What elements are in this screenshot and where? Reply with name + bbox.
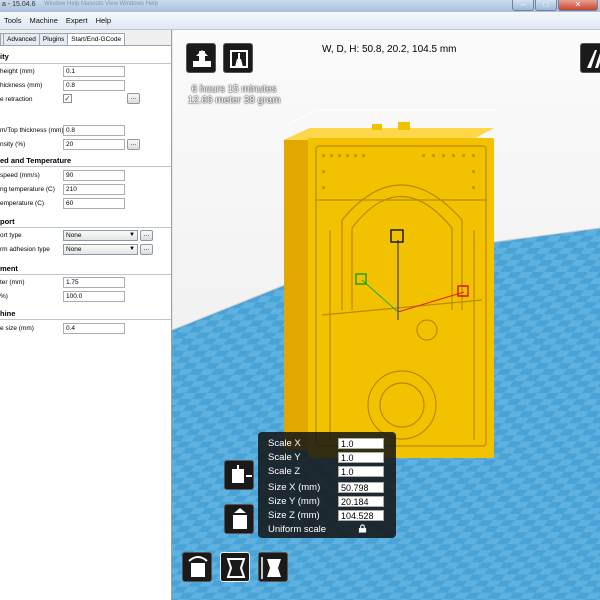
print-speed-label: speed (mm/s) [0, 172, 40, 179]
scale-y-input[interactable]: 1.0 [338, 452, 384, 463]
adhesion-type-label: rm adhesion type [0, 246, 50, 253]
window-title: a - 15.04.6 [2, 1, 36, 8]
print-time: 6 hours 15 minutes [191, 84, 277, 95]
flow-label: %) [0, 293, 8, 300]
fill-settings-button[interactable]: ... [127, 139, 140, 150]
view-mode-button[interactable] [580, 43, 600, 73]
reset-scale-button[interactable] [224, 460, 254, 490]
mirror-icon [261, 557, 281, 579]
layer-height-input[interactable]: 0.1 [63, 66, 125, 77]
layer-height-label: height (mm) [0, 68, 35, 75]
section-speed-temperature: ed and Temperature [0, 156, 72, 165]
fill-density-label: nsity (%) [0, 141, 26, 148]
rotate-button[interactable] [182, 552, 212, 582]
retraction-settings-button[interactable]: ... [127, 93, 140, 104]
size-z-label: Size Z (mm) [268, 510, 320, 521]
support-type-label: ort type [0, 232, 22, 239]
divider [0, 227, 171, 228]
menu-bar: Tools Machine Expert Help [0, 12, 600, 30]
nozzle-size-label: e size (mm) [0, 325, 34, 332]
ghost-menu-text: Window Help Mascots View Windows Help [44, 1, 158, 7]
section-quality: ity [0, 52, 9, 61]
settings-panel: Advanced Plugins Start/End-GCode ity hei… [0, 30, 172, 600]
window-controls: – □ ✕ [512, 0, 598, 12]
load-icon [193, 50, 211, 67]
scale-to-max-button[interactable] [224, 504, 254, 534]
size-y-label: Size Y (mm) [268, 496, 320, 507]
scale-z-label: Scale Z [268, 466, 301, 477]
flow-input[interactable]: 100.0 [63, 291, 125, 302]
tab-start-end-gcode[interactable]: Start/End-GCode [67, 33, 126, 45]
chevron-down-icon: ▼ [129, 246, 135, 252]
scale-panel: Scale X 1.0 Scale Y 1.0 Scale Z 1.0 Size… [258, 432, 396, 538]
load-button[interactable] [186, 43, 216, 73]
minimize-button[interactable]: – [512, 0, 534, 11]
nozzle-size-input[interactable]: 0.4 [63, 323, 125, 334]
divider [0, 274, 171, 275]
scale-x-input[interactable]: 1.0 [338, 438, 384, 449]
scale-y-label: Scale Y [268, 452, 301, 463]
divider [0, 63, 171, 64]
bed-temperature-input[interactable]: 60 [63, 198, 125, 209]
retraction-checkbox[interactable]: ✓ [63, 94, 72, 103]
lock-icon[interactable] [358, 524, 367, 533]
settings-form: ity height (mm) 0.1 hickness (mm) 0.8 e … [0, 45, 171, 600]
reset-scale-icon [232, 465, 252, 483]
bed-temperature-label: emperature (C) [0, 200, 45, 207]
model-dimensions: W, D, H: 50.8, 20.2, 104.5 mm [322, 44, 457, 55]
print-icon [230, 50, 248, 68]
scale-z-input[interactable]: 1.0 [338, 466, 384, 477]
section-filament: ment [0, 264, 18, 273]
filament-diameter-input[interactable]: 1.75 [63, 277, 125, 288]
menu-machine[interactable]: Machine [26, 16, 62, 25]
view-mode-icon [587, 50, 600, 68]
scale-icon [226, 558, 246, 578]
print-speed-input[interactable]: 90 [63, 170, 125, 181]
filament-diameter-label: ter (mm) [0, 279, 25, 286]
size-z-input[interactable]: 104.528 [338, 510, 384, 521]
settings-tabs: Advanced Plugins Start/End-GCode [0, 33, 126, 45]
adhesion-settings-button[interactable]: ... [140, 244, 153, 255]
shell-thickness-input[interactable]: 0.8 [63, 80, 125, 91]
adhesion-type-select[interactable]: None ▼ [63, 244, 138, 255]
uniform-scale-label: Uniform scale [268, 524, 327, 535]
support-settings-button[interactable]: ... [140, 230, 153, 241]
support-type-select[interactable]: None ▼ [63, 230, 138, 241]
rotate-icon [188, 556, 208, 577]
support-type-value: None [66, 232, 82, 239]
fill-density-input[interactable]: 20 [63, 139, 125, 150]
printing-temperature-label: ng temperature (C) [0, 186, 55, 193]
chevron-down-icon: ▼ [129, 232, 135, 238]
scale-to-max-icon [233, 508, 247, 529]
adhesion-type-value: None [66, 246, 82, 253]
bottom-top-thickness-input[interactable]: 0.8 [63, 125, 125, 136]
print-estimate: 6 hours 15 minutes 12.66 meter 38 gram [172, 84, 296, 106]
tab-plugins[interactable]: Plugins [38, 33, 69, 45]
retraction-label: e retraction [0, 96, 33, 103]
scale-button[interactable] [220, 552, 250, 582]
close-button[interactable]: ✕ [558, 0, 598, 11]
section-machine: hine [0, 309, 16, 318]
menu-expert[interactable]: Expert [62, 16, 92, 25]
size-x-label: Size X (mm) [268, 482, 321, 493]
menu-tools[interactable]: Tools [0, 16, 26, 25]
print-material: 12.66 meter 38 gram [187, 95, 281, 106]
title-bar: a - 15.04.6 Window Help Mascots View Win… [0, 0, 600, 12]
shell-thickness-label: hickness (mm) [0, 82, 43, 89]
divider [0, 319, 171, 320]
divider [0, 166, 171, 167]
bottom-top-thickness-label: m/Top thickness (mm) [0, 127, 64, 134]
printing-temperature-input[interactable]: 210 [63, 184, 125, 195]
tab-advanced[interactable]: Advanced [3, 33, 40, 45]
size-x-input[interactable]: 50.798 [338, 482, 384, 493]
size-y-input[interactable]: 20.184 [338, 496, 384, 507]
3d-viewport[interactable]: 6 hours 15 minutes 12.66 meter 38 gram W… [172, 30, 600, 600]
section-support: port [0, 217, 15, 226]
scale-x-label: Scale X [268, 438, 301, 449]
print-button[interactable] [223, 43, 253, 73]
menu-help[interactable]: Help [92, 16, 115, 25]
maximize-button[interactable]: □ [535, 0, 557, 11]
mirror-button[interactable] [258, 552, 288, 582]
